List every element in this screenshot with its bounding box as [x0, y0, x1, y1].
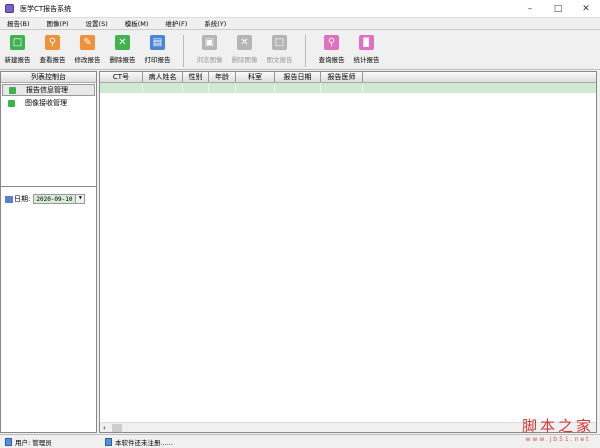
report-grid: CT号 病人姓名 性别 年龄 科室 报告日期 报告医师 ‹	[99, 71, 597, 433]
view-report-button[interactable]: ⚲ 查看报告	[35, 31, 70, 64]
col-report-date[interactable]: 报告日期	[275, 72, 321, 82]
arrow-icon	[9, 86, 16, 94]
browse-image-button[interactable]: ▣ 浏览图像	[192, 31, 227, 64]
list-console-panel: 列表控制台 报告信息管理 图像接收管理 日期: 2020-09-10 ▼	[0, 71, 97, 433]
arrow-icon	[8, 99, 15, 107]
minimize-button[interactable]: –	[516, 0, 544, 18]
col-department[interactable]: 科室	[236, 72, 275, 82]
stats-report-button[interactable]: ▉ 统计报告	[349, 31, 384, 64]
view-report-icon: ⚲	[45, 35, 60, 50]
image-text-report-button[interactable]: □ 图文报告	[262, 31, 297, 64]
calendar-icon	[5, 195, 13, 203]
new-report-icon: □	[10, 35, 25, 50]
watermark: 脚本之家 www.jb51.net	[521, 417, 594, 443]
status-user: 用户: 管理员	[0, 437, 100, 447]
date-label: 日期:	[14, 195, 31, 203]
new-report-button[interactable]: □ 新建报告	[0, 31, 35, 64]
window-title: 医学CT报告系统	[20, 4, 72, 13]
panel-title: 列表控制台	[1, 72, 96, 83]
menu-report[interactable]: 报告(B)	[0, 18, 37, 29]
maximize-button[interactable]: □	[544, 0, 572, 18]
menu-image[interactable]: 图像(P)	[40, 18, 76, 29]
panel-divider	[1, 186, 96, 187]
menu-bar: 报告(B) 图像(P) 设置(S) 模板(M) 维护(F) 系统(Y)	[0, 18, 600, 30]
nav-report-info[interactable]: 报告信息管理	[2, 84, 95, 96]
date-picker[interactable]: 2020-09-10 ▼	[33, 194, 86, 204]
toolbar-separator	[305, 35, 306, 67]
status-bar: 用户: 管理员 本软件还未注册......	[0, 434, 600, 448]
scroll-thumb[interactable]	[112, 424, 122, 432]
print-report-icon: ▤	[150, 35, 165, 50]
delete-image-icon: ✕	[237, 35, 252, 50]
col-age[interactable]: 年龄	[209, 72, 236, 82]
print-report-button[interactable]: ▤ 打印报告	[140, 31, 175, 64]
date-filter: 日期: 2020-09-10 ▼	[5, 194, 86, 204]
col-patient-name[interactable]: 病人姓名	[143, 72, 183, 82]
menu-settings[interactable]: 设置(S)	[79, 18, 115, 29]
info-icon	[105, 437, 112, 446]
col-gender[interactable]: 性别	[183, 72, 209, 82]
stats-report-icon: ▉	[359, 35, 374, 50]
toolbar: □ 新建报告 ⚲ 查看报告 ✎ 修改报告 ✕ 删除报告 ▤ 打印报告 ▣ 浏览图像 ✕ 删除图…	[0, 31, 600, 70]
image-text-report-icon: □	[272, 35, 287, 50]
nav-image-receive[interactable]: 图像接收管理	[2, 97, 95, 109]
table-row[interactable]	[100, 83, 596, 93]
scroll-left-icon[interactable]: ‹	[103, 423, 106, 433]
menu-maintenance[interactable]: 维护(F)	[158, 18, 194, 29]
edit-report-button[interactable]: ✎ 修改报告	[70, 31, 105, 64]
edit-report-icon: ✎	[80, 35, 95, 50]
app-icon	[5, 4, 14, 13]
delete-report-button[interactable]: ✕ 删除报告	[105, 31, 140, 64]
search-report-button[interactable]: ⚲ 查询报告	[314, 31, 349, 64]
chevron-down-icon[interactable]: ▼	[75, 195, 85, 203]
user-icon	[5, 437, 12, 446]
delete-report-icon: ✕	[115, 35, 130, 50]
search-report-icon: ⚲	[324, 35, 339, 50]
status-registration: 本软件还未注册......	[100, 437, 173, 447]
delete-image-button[interactable]: ✕ 删除图像	[227, 31, 262, 64]
title-bar: 医学CT报告系统 – □ ✕	[0, 0, 600, 18]
close-button[interactable]: ✕	[572, 0, 600, 18]
grid-header: CT号 病人姓名 性别 年龄 科室 报告日期 报告医师	[100, 72, 596, 83]
toolbar-separator	[183, 35, 184, 67]
browse-image-icon: ▣	[202, 35, 217, 50]
col-report-doctor[interactable]: 报告医师	[321, 72, 363, 82]
menu-system[interactable]: 系统(Y)	[197, 18, 233, 29]
menu-template[interactable]: 模板(M)	[118, 18, 156, 29]
col-ct-number[interactable]: CT号	[100, 72, 143, 82]
